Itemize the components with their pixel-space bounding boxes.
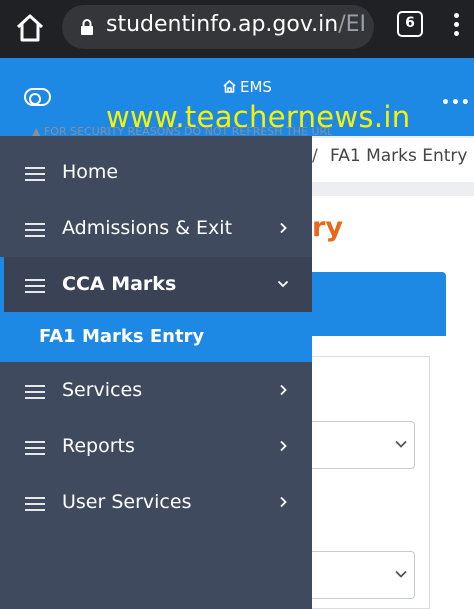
sidebar-item-label: Home <box>62 161 119 183</box>
chevron-right-icon <box>280 440 287 452</box>
tab-count: 6 <box>405 15 415 31</box>
menu-icon <box>25 441 45 455</box>
more-vertical-icon[interactable] <box>446 10 466 40</box>
breadcrumb-current: FA1 Marks Entry <box>330 146 468 166</box>
header-more-icon[interactable]: ••• <box>441 95 471 111</box>
sidebar-item-label: Admissions & Exit <box>62 217 233 239</box>
url-text: studentinfo.ap.gov.in/EI <box>106 12 367 37</box>
lock-icon <box>81 19 93 35</box>
sidebar-item-home[interactable]: Home <box>0 145 312 201</box>
browser-toolbar: studentinfo.ap.gov.in/EI 6 <box>0 0 474 58</box>
form-card-header <box>305 272 446 336</box>
sidebar-item-cca-marks[interactable]: CCA Marks <box>0 257 312 313</box>
menu-icon <box>25 497 45 511</box>
select-dropdown[interactable] <box>305 421 415 469</box>
menu-icon <box>25 385 45 399</box>
sidebar-item-label: User Services <box>62 491 192 513</box>
chevron-down-icon <box>395 570 407 578</box>
sidebar-item-label: Services <box>62 379 143 401</box>
brand-name: EMS <box>240 78 272 96</box>
menu-icon <box>25 223 45 237</box>
menu-icon <box>25 167 45 181</box>
chevron-right-icon <box>280 496 287 508</box>
tabs-icon[interactable]: 6 <box>397 11 423 37</box>
sidebar-item-admissions-exit[interactable]: Admissions & Exit <box>0 201 312 257</box>
select-dropdown[interactable] <box>305 551 415 599</box>
address-bar[interactable]: studentinfo.ap.gov.in/EI <box>62 5 374 49</box>
sidebar: Home Admissions & Exit CCA Marks FA1 Mar… <box>0 136 312 609</box>
menu-icon <box>25 279 45 293</box>
home-outline-icon <box>223 80 236 93</box>
chevron-down-icon <box>277 280 289 288</box>
sidebar-item-user-services[interactable]: User Services <box>0 475 312 531</box>
chevron-down-icon <box>395 440 407 448</box>
sidebar-item-label: Reports <box>62 435 135 457</box>
chevron-right-icon <box>280 384 287 396</box>
chevron-right-icon <box>280 222 287 234</box>
sidebar-item-services[interactable]: Services <box>0 363 312 419</box>
sidebar-item-reports[interactable]: Reports <box>0 419 312 475</box>
breadcrumb-separator: / <box>312 146 318 166</box>
home-icon[interactable] <box>12 10 48 46</box>
sidebar-subitem-label: FA1 Marks Entry <box>39 326 205 347</box>
sidebar-toggle-icon[interactable] <box>24 88 51 106</box>
sidebar-subitem-fa1-marks-entry[interactable]: FA1 Marks Entry <box>0 312 312 362</box>
brand[interactable]: EMS <box>222 78 272 96</box>
page-title: ry <box>312 212 343 243</box>
url-path: /EI <box>338 12 367 37</box>
sidebar-item-label: CCA Marks <box>62 273 177 295</box>
